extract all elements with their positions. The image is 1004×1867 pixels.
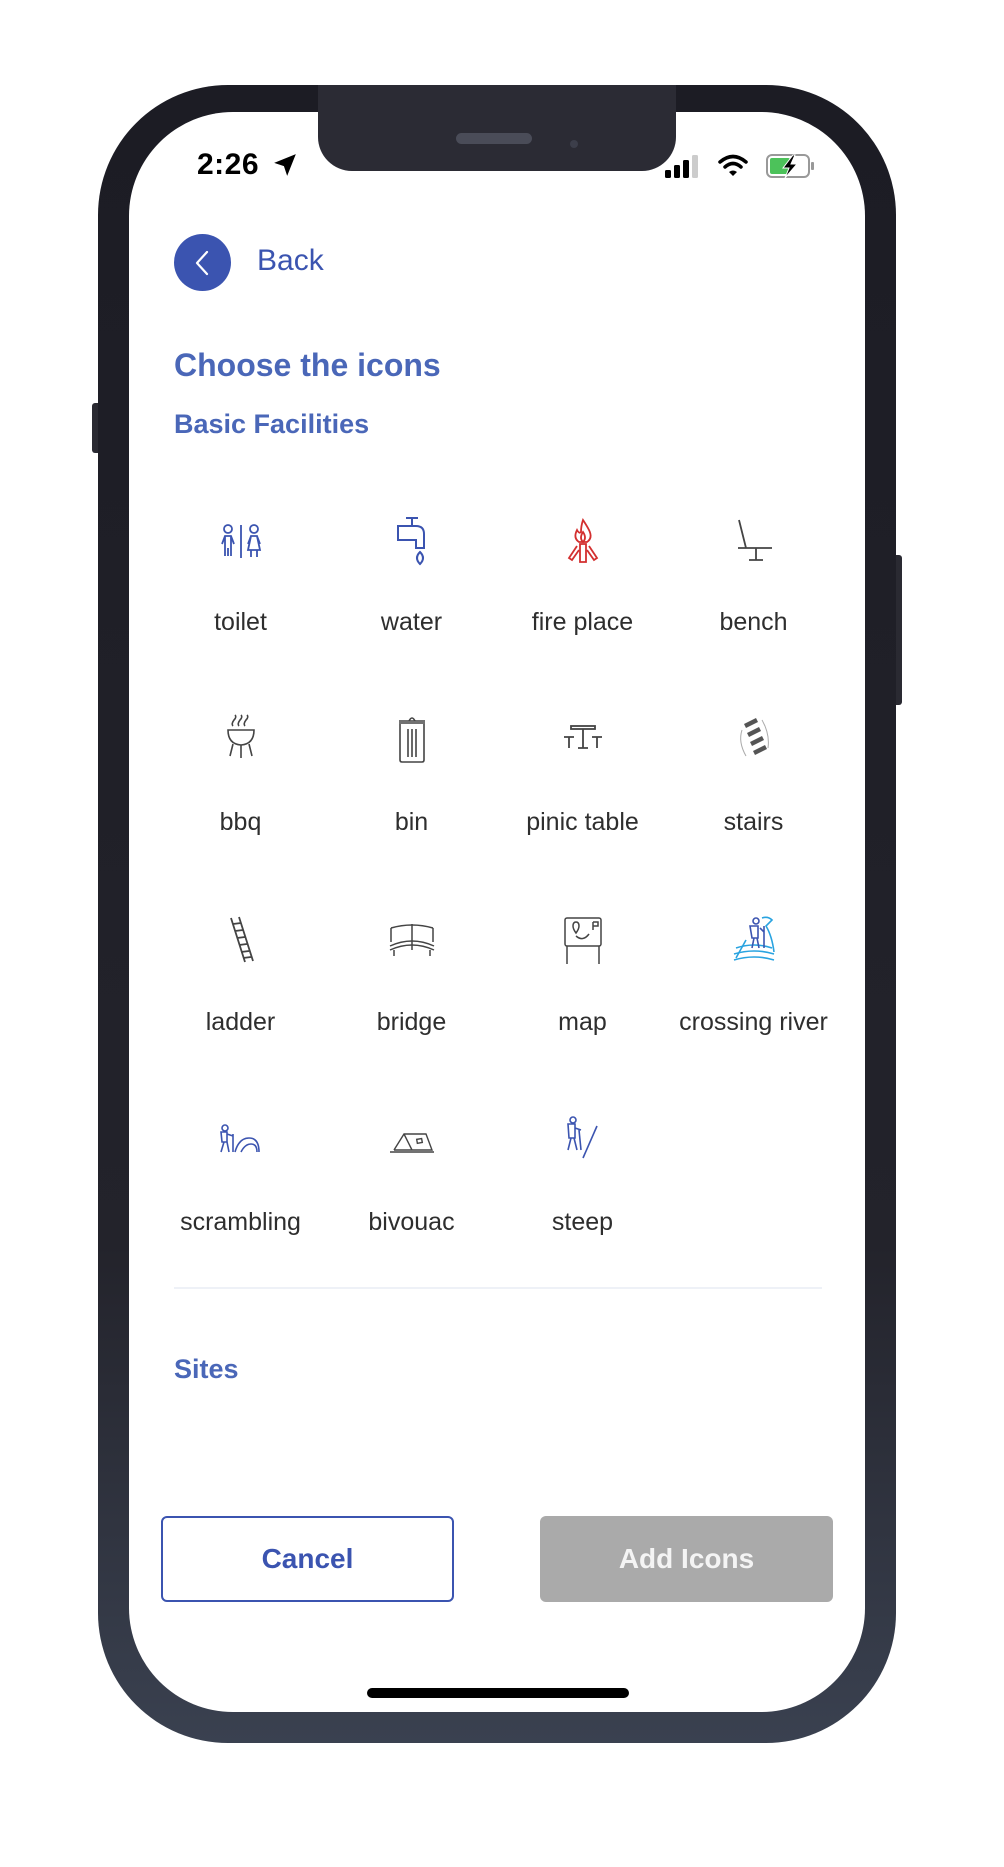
picnic-table-icon (553, 712, 613, 772)
icon-option-bench[interactable]: bench (668, 512, 839, 702)
page-title: Choose the icons (174, 347, 441, 383)
toilet-icon (211, 512, 271, 572)
icon-option-bin[interactable]: bin (326, 712, 497, 902)
chevron-left-icon (195, 250, 208, 275)
icon-label: bin (394, 808, 429, 836)
icon-option-bridge[interactable]: bridge (326, 912, 497, 1102)
icon-label: fire place (531, 608, 634, 636)
steep-hiker-icon (553, 1112, 613, 1172)
cellular-signal-icon (665, 155, 698, 178)
icon-label: bench (719, 608, 788, 636)
wifi-icon (718, 154, 748, 176)
icon-label: map (558, 1008, 607, 1036)
icon-option-stairs[interactable]: stairs (668, 712, 839, 902)
icon-option-water[interactable]: water (326, 512, 497, 702)
icon-label: scrambling (180, 1208, 301, 1236)
speaker-grille (456, 133, 532, 144)
icon-label: water (380, 608, 443, 636)
icon-option-fire-place[interactable]: fire place (497, 512, 668, 702)
section-title-basic-facilities: Basic Facilities (174, 409, 370, 439)
bench-icon (724, 512, 784, 572)
trash-bin-icon (382, 712, 442, 772)
crossing-river-icon (724, 912, 784, 972)
icon-option-scrambling[interactable]: scrambling (155, 1112, 326, 1302)
icon-label: steep (551, 1208, 614, 1236)
tent-icon (382, 1112, 442, 1172)
icon-label: toilet (214, 608, 267, 636)
icon-label: bivouac (368, 1208, 455, 1236)
icon-option-ladder[interactable]: ladder (155, 912, 326, 1102)
icon-label: stairs (723, 808, 784, 836)
icon-option-bbq[interactable]: bbq (155, 712, 326, 902)
icon-option-map[interactable]: map (497, 912, 668, 1102)
icon-label: bbq (219, 808, 262, 836)
home-indicator (367, 1688, 629, 1698)
icon-label: crossing river (679, 1008, 828, 1036)
icon-label: bridge (376, 1008, 447, 1036)
icon-option-steep[interactable]: steep (497, 1112, 668, 1302)
status-time: 2:26 (197, 148, 260, 181)
icon-option-toilet[interactable]: toilet (155, 512, 326, 702)
location-arrow-icon (274, 154, 296, 176)
water-tap-icon (382, 512, 442, 572)
bridge-icon (382, 912, 442, 972)
campfire-icon (553, 512, 613, 572)
scrambling-icon (211, 1112, 271, 1172)
section-divider (174, 1287, 822, 1289)
add-icons-button[interactable]: Add Icons (540, 1516, 833, 1602)
back-link[interactable]: Back (257, 244, 324, 278)
icon-option-picnic-table[interactable]: pinic table (497, 712, 668, 902)
notch (318, 85, 676, 171)
front-camera (570, 140, 578, 148)
section-title-sites: Sites (174, 1354, 239, 1384)
icon-option-crossing-river[interactable]: crossing river (668, 912, 839, 1102)
icon-option-bivouac[interactable]: bivouac (326, 1112, 497, 1302)
icon-label: ladder (205, 1008, 276, 1036)
icon-label: pinic table (526, 808, 639, 836)
stairs-icon (724, 712, 784, 772)
back-button[interactable] (174, 234, 231, 291)
map-board-icon (553, 912, 613, 972)
cancel-button[interactable]: Cancel (161, 1516, 454, 1602)
ladder-icon (211, 912, 271, 972)
battery-charging-icon (766, 154, 814, 179)
bbq-grill-icon (211, 712, 271, 772)
